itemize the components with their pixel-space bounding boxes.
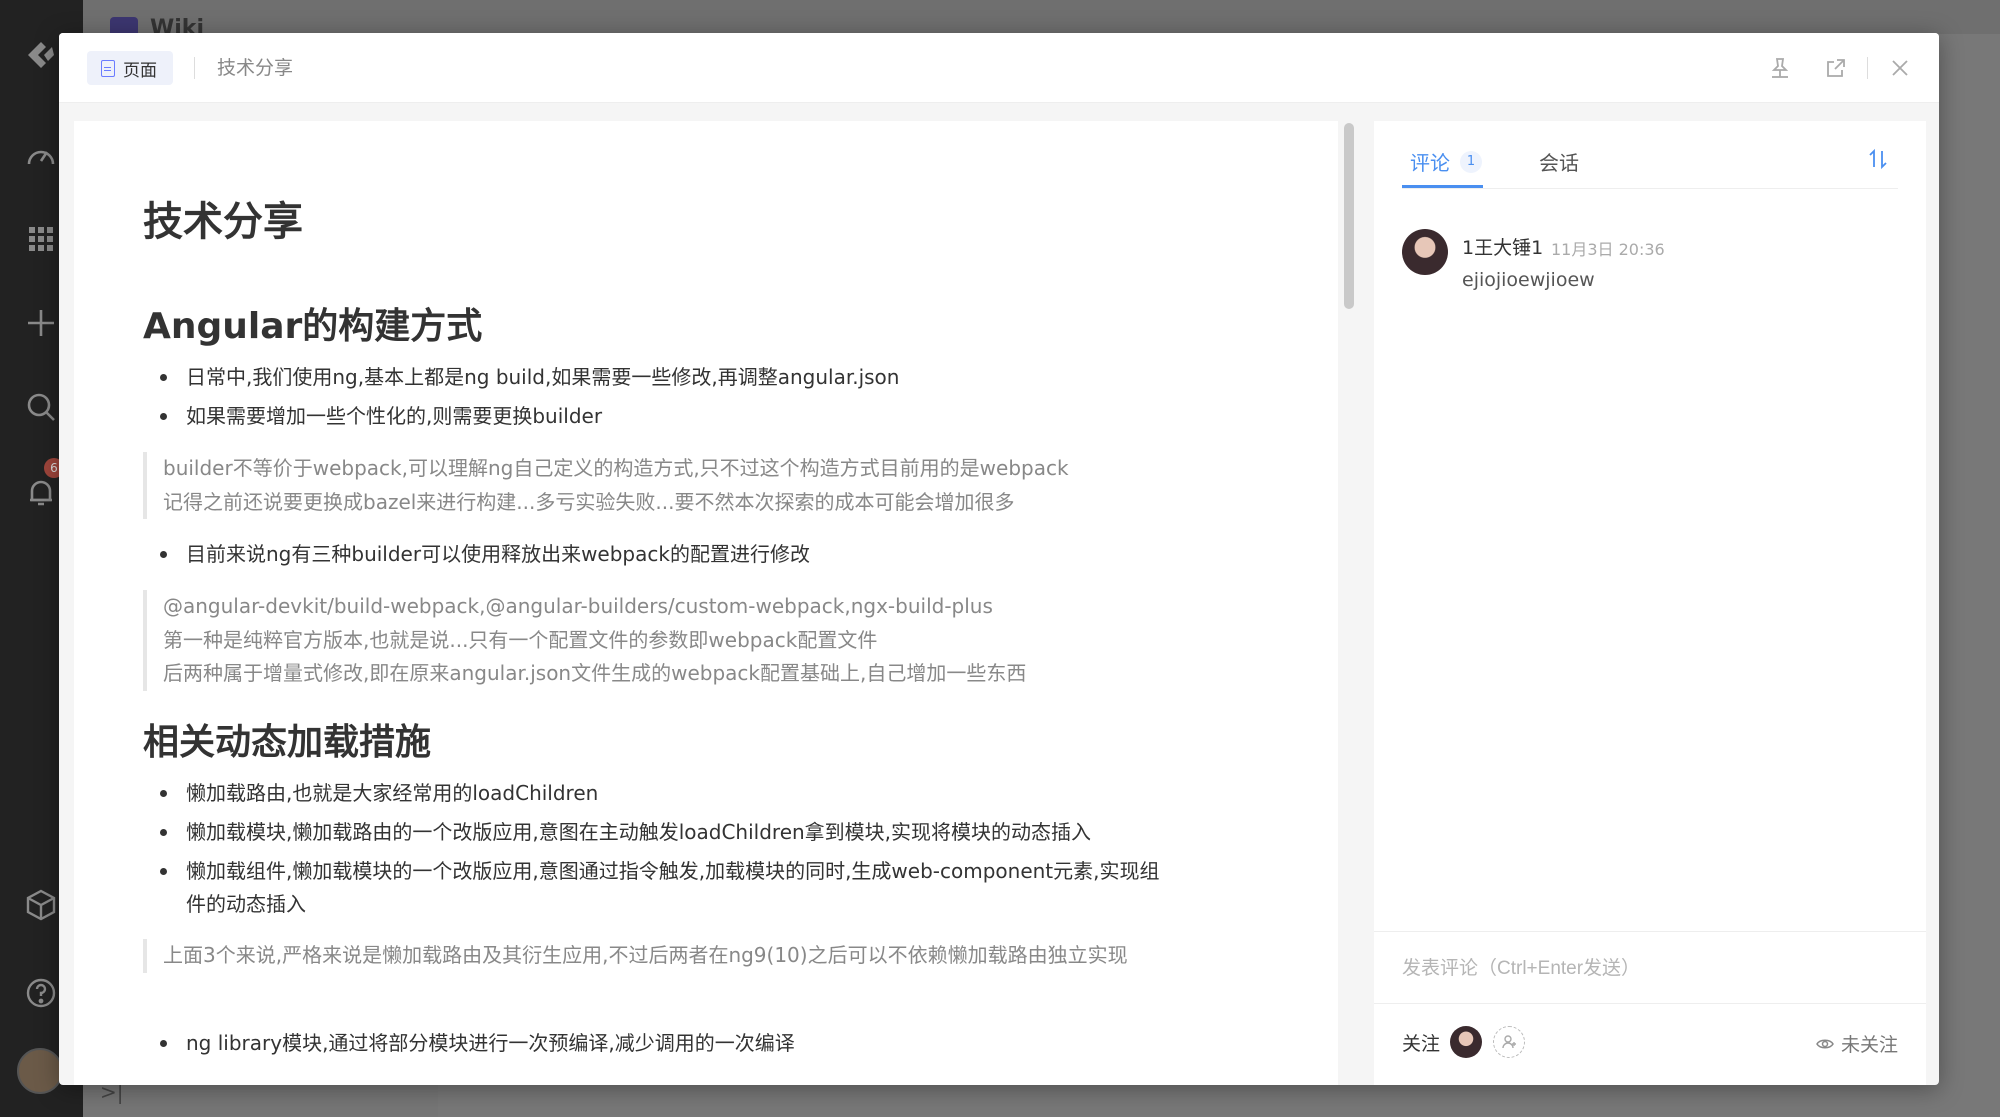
document-scrollbar[interactable]	[1344, 123, 1354, 1085]
scrollbar-thumb[interactable]	[1344, 123, 1354, 309]
comment-body: ejiojioewjioew	[1462, 269, 1595, 291]
eye-icon	[1816, 1039, 1834, 1048]
blockquote: @angular-devkit/build-webpack,@angular-b…	[143, 590, 1173, 691]
tab-comments[interactable]: 评论 1	[1410, 147, 1482, 176]
list-item: 如果需要增加一些个性化的,则需要更换builder	[160, 400, 1170, 433]
comment-tabs: 评论 1 会话	[1402, 121, 1898, 189]
user-avatar[interactable]	[17, 1048, 63, 1094]
add-icon[interactable]	[22, 304, 60, 342]
cube-icon[interactable]	[22, 886, 60, 924]
comment-avatar[interactable]	[1402, 229, 1448, 275]
document-panel[interactable]: 技术分享 Angular的构建方式 日常中,我们使用ng,基本上都是ng bui…	[74, 121, 1338, 1085]
help-icon[interactable]	[22, 974, 60, 1012]
section-heading-build: Angular的构建方式	[143, 306, 483, 347]
add-user-icon	[1502, 1035, 1516, 1049]
open-external-icon[interactable]	[1821, 53, 1851, 83]
search-icon[interactable]	[22, 388, 60, 426]
page-preview-modal: 页面 技术分享 技术分享 Angular的构建方式 日常中,我们使用ng,基本上…	[59, 33, 1939, 1085]
blockquote: builder不等价于webpack,可以理解ng自己定义的构造方式,只不过这个…	[143, 452, 1173, 519]
sort-icon[interactable]	[1866, 147, 1890, 177]
tab-chat[interactable]: 会话	[1539, 147, 1579, 176]
comment-author[interactable]: 1王大锤1	[1462, 233, 1543, 260]
add-follower-button[interactable]	[1493, 1026, 1525, 1058]
modal-header: 页面 技术分享	[59, 33, 1939, 103]
comment-time: 11月3日 20:36	[1551, 240, 1665, 259]
apps-grid-icon[interactable]	[22, 220, 60, 258]
document-icon	[101, 59, 115, 77]
blockquote: 上面3个来说,严格来说是懒加载路由及其衍生应用,不过后两者在ng9(10)之后可…	[143, 939, 1153, 973]
close-icon[interactable]	[1885, 53, 1915, 83]
list-item: 日常中,我们使用ng,基本上都是ng build,如果需要一些修改,再调整ang…	[160, 361, 1170, 394]
list-item: 目前来说ng有三种builder可以使用释放出来webpack的配置进行修改	[160, 538, 1170, 571]
bell-icon[interactable]	[22, 474, 60, 512]
follower-avatar[interactable]	[1450, 1026, 1482, 1058]
header-divider	[194, 57, 195, 79]
comment-count-badge: 1	[1460, 150, 1482, 173]
comments-panel: 评论 1 会话 1王大锤1 11月3日 20:36 ejiojioewjioew…	[1374, 121, 1926, 1085]
active-tab-indicator	[1402, 185, 1483, 188]
list-item: ng library模块,通过将部分模块进行一次预编译,减少调用的一次编译	[160, 1027, 1170, 1060]
header-divider-2	[1867, 57, 1868, 79]
comment-input[interactable]	[1402, 952, 1898, 986]
page-type-label: 页面	[123, 60, 157, 81]
pin-icon[interactable]	[1765, 53, 1795, 83]
follow-bar: 关注 未关注	[1374, 1003, 1926, 1085]
app-logo-icon[interactable]	[22, 36, 60, 74]
page-type-tag: 页面	[87, 51, 173, 85]
document-title: 技术分享	[143, 199, 303, 245]
section-heading-lazy-load: 相关动态加载措施	[143, 722, 432, 763]
follow-label: 关注	[1402, 1033, 1441, 1055]
unfollow-button[interactable]: 未关注	[1815, 1030, 1898, 1057]
list-item: 懒加载路由,也就是大家经常用的loadChildren	[160, 777, 1170, 810]
list-item: 懒加载模块,懒加载路由的一个改版应用,意图在主动触发loadChildren拿到…	[160, 816, 1170, 849]
modal-title: 技术分享	[217, 57, 294, 79]
comment-item: 1王大锤1 11月3日 20:36 ejiojioewjioew	[1402, 229, 1898, 309]
list-item: 懒加载组件,懒加载模块的一个改版应用,意图通过指令触发,加载模块的同时,生成we…	[160, 855, 1160, 921]
dashboard-icon[interactable]	[22, 138, 60, 176]
comment-input-area	[1374, 931, 1926, 1003]
app-topbar	[83, 0, 2000, 34]
